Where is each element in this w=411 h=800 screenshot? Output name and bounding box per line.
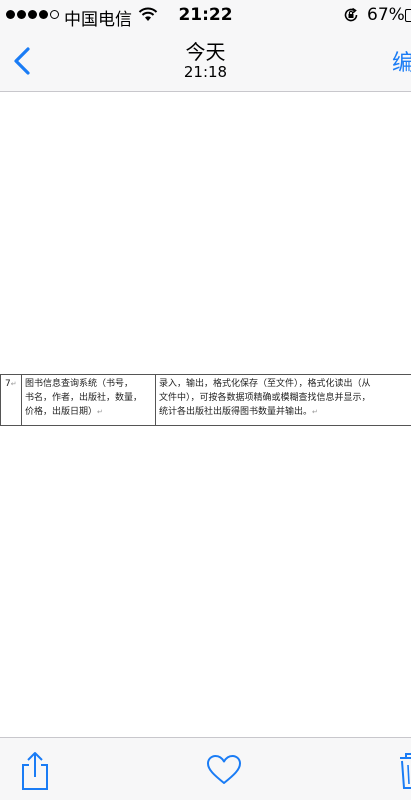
page-title: 今天 <box>185 40 226 64</box>
page-subtitle-time: 21:18 <box>183 63 228 81</box>
document-table: 7↵ 图书信息查询系统（书号， 书名，作者，出版社，数量， 价格，出版日期）↵ … <box>0 374 411 426</box>
bottom-toolbar <box>0 737 411 800</box>
rotation-lock-icon <box>344 7 358 22</box>
cell-text-line: 文件中），可按各数据项精确或模糊查找信息并显示， <box>159 393 371 403</box>
share-icon[interactable] <box>18 750 52 792</box>
status-bar: 中国电信 21:22 67% <box>0 0 411 30</box>
cell-text-line: 录入，输出，格式化保存（至文件），格式化读出（从 <box>159 379 371 389</box>
cell-text-line: 书名，作者，出版社，数量， <box>25 393 143 403</box>
table-cell-requirements: 录入，输出，格式化保存（至文件），格式化读出（从 文件中），可按各数据项精确或模… <box>156 375 411 425</box>
heart-icon[interactable] <box>206 754 242 786</box>
battery-icon <box>405 9 411 22</box>
navigation-bar: 今天 21:18 编 <box>0 30 411 92</box>
table-cell-system-name: 图书信息查询系统（书号， 书名，作者，出版社，数量， 价格，出版日期）↵ <box>22 375 156 425</box>
trash-icon[interactable] <box>398 752 411 790</box>
battery-percent: 67% <box>367 5 405 25</box>
paragraph-mark: ↵ <box>10 380 17 388</box>
table-cell-number: 7↵ <box>0 375 22 425</box>
cell-text-line: 图书信息查询系统（书号， <box>25 379 134 389</box>
screen: 中国电信 21:22 67% 今天 21:18 编 7↵ 图书信息查询系统（书号… <box>0 0 411 800</box>
cell-text-line: 价格，出版日期）↵ <box>25 407 103 417</box>
cell-text-line: 统计各出版社出版得图书数量并输出。↵ <box>159 407 318 417</box>
edit-button[interactable]: 编 <box>392 45 411 77</box>
